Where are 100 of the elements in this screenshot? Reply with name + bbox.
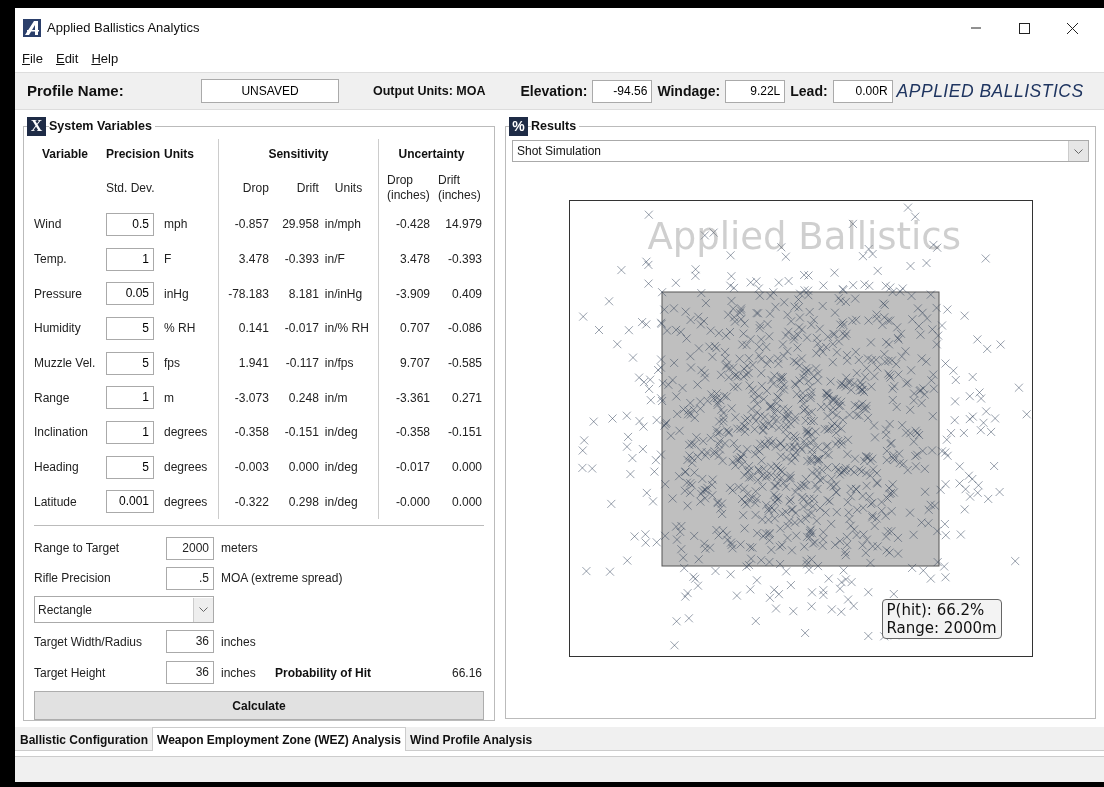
input-field[interactable]: 36 xyxy=(166,630,214,654)
variable-label: Inclination xyxy=(34,424,90,442)
table-cell-text: in/deg xyxy=(324,493,358,511)
table-cell-text: in/mph xyxy=(324,216,361,234)
table-cell-text: -0.151 xyxy=(446,424,482,442)
unit-label: inches xyxy=(221,633,257,651)
column-header: Units xyxy=(164,146,194,163)
table-cell-text: 3.478 xyxy=(398,251,430,269)
unit-label: fps xyxy=(164,355,180,373)
table-cell-text: -78.183 xyxy=(227,285,269,303)
input-label: Target Height xyxy=(34,664,107,682)
table-cell-text: -3.909 xyxy=(394,285,430,303)
chevron-down-icon xyxy=(199,607,208,613)
column-header: Uncertainty xyxy=(398,146,465,163)
table-cell-text: 0.000 xyxy=(287,459,319,477)
std-dev-field[interactable]: 5 xyxy=(106,316,154,340)
close-icon xyxy=(1066,22,1078,34)
std-dev-field[interactable]: 0.5 xyxy=(106,212,154,236)
table-cell-text: in/% RH xyxy=(324,320,369,338)
table-cell-text: -0.585 xyxy=(446,355,482,373)
menu-item[interactable]: Help xyxy=(91,49,119,69)
unit-label: meters xyxy=(221,540,258,558)
table-cell-text: 9.707 xyxy=(398,355,430,373)
table-cell-text: -0.086 xyxy=(446,320,482,338)
input-label: Rifle Precision xyxy=(34,570,112,588)
table-cell-text: -0.151 xyxy=(283,424,319,442)
table-cell-text: 29.958 xyxy=(281,216,319,234)
table-cell-text: -0.393 xyxy=(446,251,482,269)
std-dev-field[interactable]: 1 xyxy=(106,420,154,444)
column-header: Std. Dev. xyxy=(106,180,155,197)
std-dev-field[interactable]: 1 xyxy=(106,247,154,271)
std-dev-field[interactable]: 0.05 xyxy=(106,282,154,306)
shape-dropdown[interactable]: Rectangle xyxy=(34,596,214,624)
table-cell-text: -0.358 xyxy=(233,424,269,442)
column-header: Sensitivity xyxy=(268,146,329,163)
table-cell-text: 0.000 xyxy=(450,493,482,511)
table-cell-text: 0.000 xyxy=(450,459,482,477)
std-dev-field[interactable]: 1 xyxy=(106,386,154,410)
table-cell-text: in/inHg xyxy=(324,285,363,303)
menu-item[interactable]: Edit xyxy=(55,49,79,69)
probability-value: 66.16 xyxy=(451,664,482,682)
table-cell-text: 14.979 xyxy=(444,216,482,234)
readout-label: Lead: xyxy=(790,81,828,101)
readout-field[interactable]: 0.00R xyxy=(832,79,893,103)
column-header: Drop (inches) xyxy=(387,173,431,203)
chevron-down-icon xyxy=(1074,148,1083,154)
column-header: Drift (inches) xyxy=(438,173,482,203)
window-title: Applied Ballistics Analytics xyxy=(47,19,200,38)
unit-label: F xyxy=(164,251,172,269)
variables-icon: X xyxy=(27,116,46,136)
variable-label: Range xyxy=(34,389,71,407)
table-cell-text: 1.941 xyxy=(237,355,269,373)
unit-label: degrees xyxy=(164,459,208,477)
table-cell-text: in/deg xyxy=(324,459,358,477)
unit-label: MOA (extreme spread) xyxy=(221,570,343,588)
tab[interactable]: Weapon Employment Zone (WEZ) Analysis xyxy=(152,727,407,751)
table-cell-text: 0.707 xyxy=(398,320,430,338)
readout-field[interactable]: 9.22L xyxy=(725,79,786,103)
table-cell-text: -0.322 xyxy=(233,493,269,511)
table-cell-text: 0.141 xyxy=(237,320,269,338)
table-cell-text: -0.017 xyxy=(283,320,319,338)
profile-name-field[interactable]: UNSAVED xyxy=(201,79,339,103)
calculate-button[interactable]: Calculate xyxy=(34,691,484,721)
table-cell-text: 0.248 xyxy=(287,389,319,407)
input-field[interactable]: 2000 xyxy=(166,536,214,560)
input-field[interactable]: 36 xyxy=(166,661,214,685)
menu-item[interactable]: File xyxy=(22,49,43,69)
table-cell-text: -3.073 xyxy=(233,389,269,407)
unit-label: % RH xyxy=(164,320,196,338)
brand-wordmark: APPLIED BALLISTICS xyxy=(896,79,1084,103)
std-dev-field[interactable]: 0.001 xyxy=(106,490,154,514)
table-cell-text: -0.000 xyxy=(394,493,430,511)
table-cell-text: -0.428 xyxy=(394,216,430,234)
table-cell-text: -0.358 xyxy=(394,424,430,442)
std-dev-field[interactable]: 5 xyxy=(106,351,154,375)
table-cell-text: -0.857 xyxy=(233,216,269,234)
legend-text: Range: 2000m xyxy=(886,619,997,637)
input-label: Range to Target xyxy=(34,540,121,558)
variable-label: Humidity xyxy=(34,320,82,338)
input-field[interactable]: .5 xyxy=(166,566,214,590)
readout-label: Windage: xyxy=(657,81,721,101)
table-cell-text: in/fps xyxy=(324,355,354,373)
table-cell-text: 0.298 xyxy=(287,493,319,511)
table-cell-text: 8.181 xyxy=(287,285,319,303)
variable-label: Heading xyxy=(34,459,80,477)
view-dropdown[interactable]: Shot Simulation xyxy=(512,140,1089,162)
readout-field[interactable]: -94.56 xyxy=(592,79,653,103)
column-header: Drop xyxy=(241,180,269,197)
readout-label: Elevation: xyxy=(520,81,588,101)
unit-label: m xyxy=(164,389,174,407)
unit-label: degrees xyxy=(164,493,208,511)
column-header: Variable xyxy=(41,146,90,163)
output-units-label: Output Units: MOA xyxy=(373,82,486,100)
table-cell-text: in/deg xyxy=(324,424,358,442)
unit-label: degrees xyxy=(164,424,208,442)
maximize-icon xyxy=(1018,22,1030,34)
table-cell-text: -0.117 xyxy=(284,355,319,373)
profile-name-label: Profile Name: xyxy=(27,80,125,101)
table-cell-text: -0.393 xyxy=(283,251,319,269)
std-dev-field[interactable]: 5 xyxy=(106,455,154,479)
